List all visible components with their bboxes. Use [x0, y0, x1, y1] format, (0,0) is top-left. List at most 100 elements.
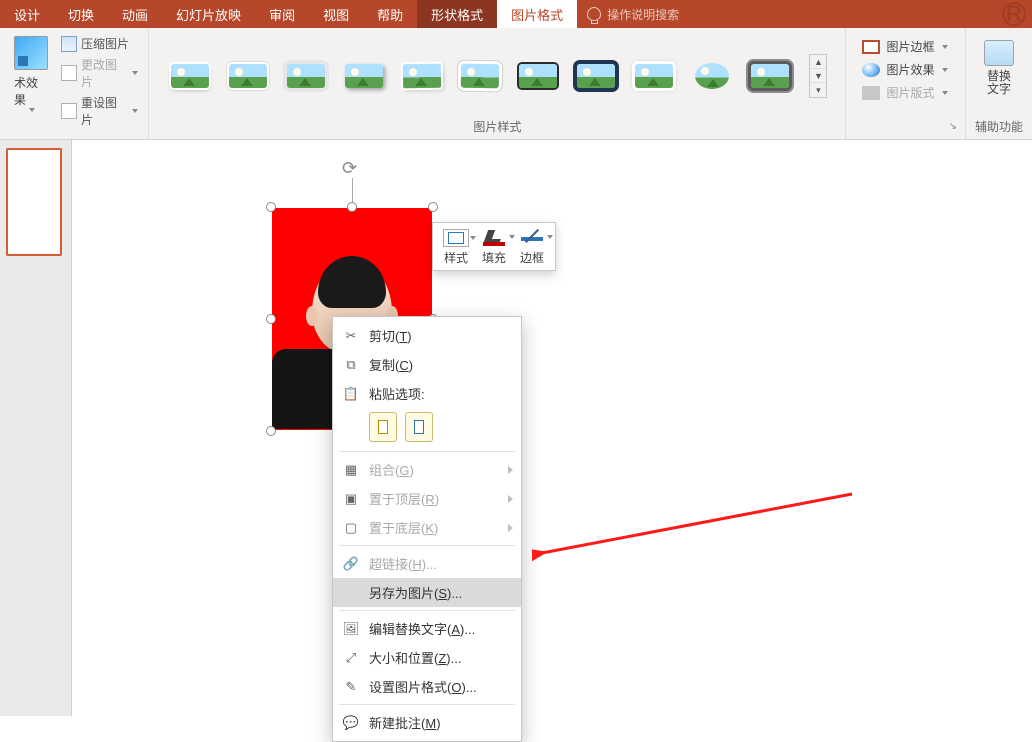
change-picture-label: 更改图片: [81, 56, 127, 90]
dropdown-icon: [509, 235, 515, 239]
dropdown-icon: [132, 71, 138, 75]
tab-shape-format[interactable]: 形状格式: [417, 0, 497, 28]
mini-style-label: 样式: [444, 249, 468, 266]
ctx-paste-options: [333, 408, 521, 448]
tab-design[interactable]: 设计: [0, 0, 54, 28]
gallery-expand[interactable]: ▾: [810, 83, 826, 97]
compress-icon: [61, 36, 77, 52]
picture-layout-button: 图片版式: [862, 84, 948, 101]
style-thumb-4[interactable]: [341, 59, 387, 93]
resize-handle-bl[interactable]: [266, 426, 276, 436]
hyperlink-icon: 🔗: [341, 555, 361, 573]
tab-help[interactable]: 帮助: [363, 0, 417, 28]
ctx-format-picture[interactable]: ✎ 设置图片格式(O)...: [333, 672, 521, 701]
picture-styles-gallery: ▲ ▼ ▾: [157, 48, 837, 98]
ctx-copy[interactable]: ⧉ 复制(C): [333, 350, 521, 379]
tab-slideshow[interactable]: 幻灯片放映: [162, 0, 255, 28]
resize-handle-tl[interactable]: [266, 202, 276, 212]
annotation-arrow: [532, 488, 862, 568]
ctx-edit-alt-text[interactable]: 🖼 编辑替换文字(A)...: [333, 614, 521, 643]
ctx-size-and-position[interactable]: ⤢ 大小和位置(Z)...: [333, 643, 521, 672]
tab-transitions[interactable]: 切换: [54, 0, 108, 28]
slide-thumbnail-1[interactable]: [6, 148, 62, 256]
mini-fill-button[interactable]: 填充: [481, 229, 507, 266]
style-thumb-8[interactable]: [573, 59, 619, 93]
tab-review[interactable]: 审阅: [255, 0, 309, 28]
style-thumb-1[interactable]: [167, 59, 213, 93]
tell-me-label: 操作说明搜索: [607, 6, 679, 23]
style-thumb-7[interactable]: [515, 59, 561, 93]
separator: [339, 610, 515, 611]
ctx-save-as-picture[interactable]: 另存为图片(S)...: [333, 578, 521, 607]
dropdown-icon: [942, 68, 948, 72]
picture-border-button[interactable]: 图片边框: [862, 38, 948, 55]
slide-thumbnails-pane[interactable]: [0, 140, 72, 716]
style-thumb-11[interactable]: [747, 59, 793, 93]
dropdown-icon: [470, 236, 476, 240]
style-thumb-6[interactable]: [457, 59, 503, 93]
copy-icon: ⧉: [341, 356, 361, 374]
ribbon-tabs: 设计 切换 动画 幻灯片放映 审阅 视图 帮助 形状格式 图片格式 操作说明搜索…: [0, 0, 1032, 28]
mini-toolbar: 样式 填充 边框: [432, 222, 556, 271]
style-thumb-9[interactable]: [631, 59, 677, 93]
reset-picture-icon: [61, 103, 77, 119]
alt-text-button[interactable]: 替换 文字: [974, 32, 1024, 96]
artistic-effects-icon[interactable]: [14, 36, 48, 70]
alt-text-icon: [984, 40, 1014, 66]
style-thumb-10[interactable]: [689, 59, 735, 93]
context-menu: ✂ 剪切(T) ⧉ 复制(C) 📋 粘贴选项: ▦ 组合(G): [332, 316, 522, 742]
group-picture-options: 图片边框 图片效果 图片版式 ↘: [846, 28, 966, 139]
group-accessibility: 替换 文字 辅助功能: [966, 28, 1032, 139]
separator: [339, 545, 515, 546]
style-thumb-2[interactable]: [225, 59, 271, 93]
gallery-scroll: ▲ ▼ ▾: [809, 54, 827, 98]
paste-option-keep-source[interactable]: [369, 412, 397, 442]
change-picture-icon: [61, 65, 77, 81]
ctx-paste-options-label: 粘贴选项:: [369, 384, 425, 403]
picture-layout-icon: [862, 86, 880, 100]
reset-picture-button[interactable]: 重设图片: [59, 93, 141, 129]
submenu-arrow-icon: [508, 524, 513, 532]
mini-border-button[interactable]: 边框: [519, 229, 545, 266]
picture-effects-button[interactable]: 图片效果: [862, 61, 948, 78]
app-logo-icon: R: [1002, 2, 1026, 26]
size-position-icon: ⤢: [341, 649, 361, 667]
mini-border-icon: [519, 229, 545, 247]
ctx-new-comment[interactable]: 💬 新建批注(M): [333, 708, 521, 737]
alt-text-label-2: 文字: [987, 82, 1011, 96]
format-picture-icon: ✎: [341, 678, 361, 696]
tab-view[interactable]: 视图: [309, 0, 363, 28]
tab-picture-format[interactable]: 图片格式: [497, 0, 577, 28]
save-as-picture-icon: [341, 584, 361, 602]
tell-me-search[interactable]: 操作说明搜索: [577, 0, 689, 28]
compress-pictures-button[interactable]: 压缩图片: [59, 34, 141, 53]
gallery-scroll-down[interactable]: ▼: [810, 69, 826, 83]
dropdown-icon: [942, 45, 948, 49]
paste-option-picture[interactable]: [405, 412, 433, 442]
resize-handle-t[interactable]: [347, 202, 357, 212]
resize-handle-l[interactable]: [266, 314, 276, 324]
rotation-handle[interactable]: ⟳: [342, 158, 362, 178]
change-picture-button[interactable]: 更改图片: [59, 55, 141, 91]
ctx-bring-to-front: ▣ 置于顶层(R): [333, 484, 521, 513]
style-thumb-5[interactable]: [399, 59, 445, 93]
slide-canvas[interactable]: ⟳: [72, 140, 1032, 716]
artistic-effects-label: 术效果: [14, 74, 49, 108]
submenu-arrow-icon: [508, 466, 513, 474]
mini-style-button[interactable]: 样式: [443, 229, 469, 266]
lightbulb-icon: [587, 7, 601, 21]
separator: [339, 451, 515, 452]
ctx-cut[interactable]: ✂ 剪切(T): [333, 321, 521, 350]
resize-handle-tr[interactable]: [428, 202, 438, 212]
dropdown-icon: [132, 109, 138, 113]
gallery-scroll-up[interactable]: ▲: [810, 55, 826, 69]
send-back-icon: ▢: [341, 519, 361, 537]
ctx-hyperlink: 🔗 超链接(H)...: [333, 549, 521, 578]
separator: [339, 704, 515, 705]
picture-effects-label: 图片效果: [886, 61, 934, 78]
edit-alt-text-icon: 🖼: [341, 620, 361, 638]
tab-animations[interactable]: 动画: [108, 0, 162, 28]
picture-effects-icon: [862, 63, 880, 77]
paste-icon: 📋: [341, 385, 361, 403]
style-thumb-3[interactable]: [283, 59, 329, 93]
